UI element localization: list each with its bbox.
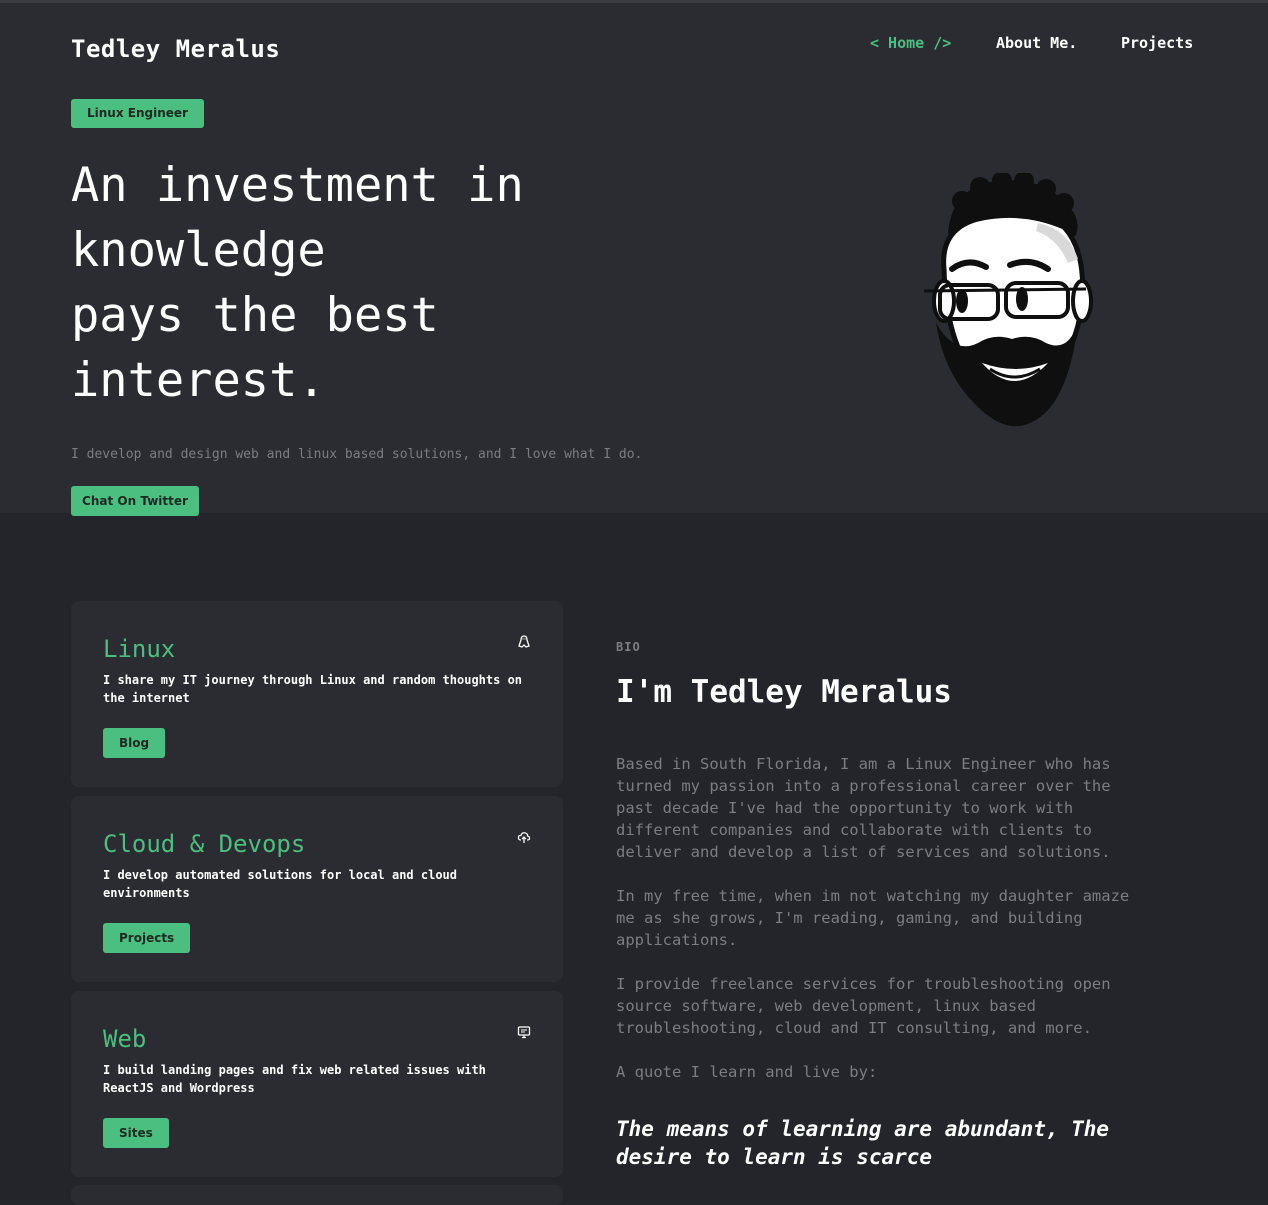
service-card-web: Web I build landing pages and fix web re… (71, 991, 563, 1177)
nav-home-link[interactable]: < Home /> (870, 34, 951, 52)
headline-line: knowledge (71, 223, 326, 278)
headline-line: interest. (71, 353, 326, 408)
monitor-icon (517, 1026, 531, 1039)
sites-button[interactable]: Sites (103, 1118, 169, 1148)
role-badge: Linux Engineer (71, 99, 204, 128)
bio-paragraph: I provide freelance services for trouble… (616, 975, 1111, 1037)
headline-line: pays the best (71, 288, 439, 343)
hero-section: Tedley Meralus < Home /> About Me. Proje… (0, 3, 1268, 516)
card-description: I develop automated solutions for local … (103, 868, 458, 900)
card-title: Linux (103, 635, 176, 663)
bio-title: I'm Tedley Meralus (616, 674, 952, 710)
bio-paragraph: Based in South Florida, I am a Linux Eng… (616, 755, 1111, 861)
bio-paragraph: In my free time, when im not watching my… (616, 887, 1130, 949)
card-title: Cloud & Devops (103, 830, 306, 858)
service-card-linux: Linux I share my IT journey through Linu… (71, 601, 563, 787)
service-card-cloud-devops: Cloud & Devops I develop automated solut… (71, 796, 563, 982)
cloud-upload-icon (517, 832, 531, 843)
hero-subtitle: I develop and design web and linux based… (71, 447, 643, 462)
bio-quote: The means of learning are abundant, The … (616, 1117, 1110, 1169)
card-title: Web (103, 1025, 147, 1053)
bio-paragraph: A quote I learn and live by: (616, 1063, 878, 1081)
card-description: I share my IT journey through Linux and … (103, 673, 523, 705)
hero-headline: An investment in knowledge pays the best… (71, 153, 591, 413)
card-description: I build landing pages and fix web relate… (103, 1063, 486, 1095)
site-brand[interactable]: Tedley Meralus (71, 35, 280, 63)
projects-button[interactable]: Projects (103, 923, 191, 953)
chat-on-twitter-button[interactable]: Chat On Twitter (71, 486, 199, 516)
nav-about-link[interactable]: About Me. (996, 34, 1077, 52)
blog-button[interactable]: Blog (103, 728, 166, 758)
linux-icon (518, 635, 530, 648)
bio-label: BIO (616, 640, 641, 654)
avatar-illustration (923, 173, 1093, 427)
service-card-partial (71, 1185, 563, 1205)
nav-projects-link[interactable]: Projects (1121, 34, 1193, 52)
headline-line: An investment in (71, 158, 524, 213)
